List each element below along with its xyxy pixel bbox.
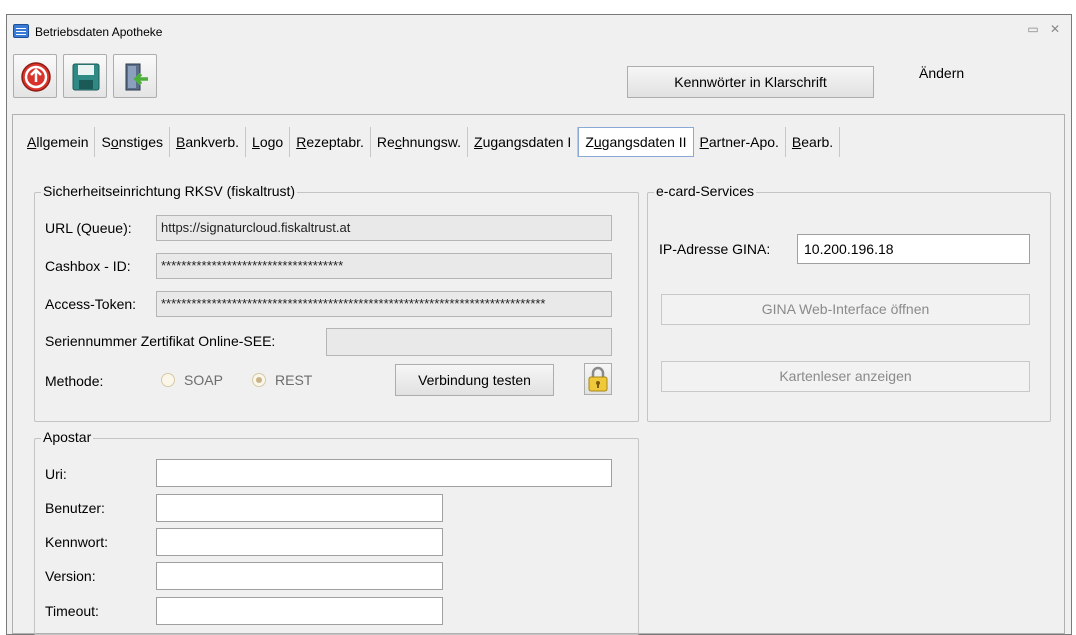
rksv-group: Sicherheitseinrichtung RKSV (fiskaltrust… bbox=[34, 183, 639, 422]
rksv-group-title: Sicherheitseinrichtung RKSV (fiskaltrust… bbox=[41, 183, 298, 199]
window-title: Betriebsdaten Apotheke bbox=[35, 25, 163, 39]
save-icon bbox=[72, 63, 100, 91]
uri-input[interactable] bbox=[156, 459, 612, 487]
cashbox-label: Cashbox - ID: bbox=[45, 258, 131, 274]
timeout-input[interactable] bbox=[156, 597, 443, 625]
serial-field[interactable] bbox=[326, 328, 612, 356]
version-input[interactable] bbox=[156, 562, 443, 590]
logout-button[interactable] bbox=[113, 54, 157, 98]
apostar-group: Apostar Uri: Benutzer: Kennwort: Version… bbox=[34, 429, 639, 635]
password-label: Kennwort: bbox=[45, 534, 109, 550]
test-connection-button[interactable]: Verbindung testen bbox=[395, 364, 554, 396]
save-button[interactable] bbox=[63, 54, 107, 98]
exit-button[interactable] bbox=[13, 54, 57, 98]
password-input[interactable] bbox=[156, 528, 443, 556]
token-label: Access-Token: bbox=[45, 296, 137, 312]
uri-label: Uri: bbox=[45, 466, 67, 482]
rest-radio-label: REST bbox=[275, 372, 313, 388]
tab-bar: Allgemein Sonstiges Bankverb. Logo Rezep… bbox=[21, 127, 841, 157]
show-card-reader-button[interactable]: Kartenleser anzeigen bbox=[661, 361, 1030, 392]
user-label: Benutzer: bbox=[45, 500, 105, 516]
tab-allgemein[interactable]: Allgemein bbox=[21, 127, 96, 157]
tab-zugangsdaten-2[interactable]: Zugangsdaten II bbox=[578, 127, 694, 157]
close-icon[interactable]: ✕ bbox=[1047, 21, 1063, 37]
serial-label: Seriennummer Zertifikat Online-SEE: bbox=[45, 333, 276, 349]
timeout-label: Timeout: bbox=[45, 603, 99, 619]
mode-label: Ändern bbox=[919, 65, 965, 81]
app-window: Betriebsdaten Apotheke ▭ ✕ Kennwörter in… bbox=[6, 14, 1072, 635]
minimize-icon[interactable]: ▭ bbox=[1025, 21, 1041, 37]
cashbox-field[interactable]: ************************************ bbox=[156, 253, 612, 279]
ip-label: IP-Adresse GINA: bbox=[659, 241, 771, 257]
soap-radio-label: SOAP bbox=[184, 372, 223, 388]
gina-web-interface-button[interactable]: GINA Web-Interface öffnen bbox=[661, 294, 1030, 325]
apostar-group-title: Apostar bbox=[41, 429, 94, 445]
tab-partner-apo[interactable]: Partner-Apo. bbox=[694, 127, 786, 157]
method-label: Methode: bbox=[45, 373, 104, 389]
tab-rezeptabr[interactable]: Rezeptabr. bbox=[290, 127, 371, 157]
ip-input[interactable]: 10.200.196.18 bbox=[797, 234, 1030, 264]
tab-sonstiges[interactable]: Sonstiges bbox=[95, 127, 170, 157]
token-field[interactable]: ****************************************… bbox=[156, 291, 612, 317]
tab-bankverb[interactable]: Bankverb. bbox=[170, 127, 247, 157]
title-bar: Betriebsdaten Apotheke ▭ ✕ bbox=[7, 15, 1071, 45]
show-passwords-button[interactable]: Kennwörter in Klarschrift bbox=[627, 66, 874, 98]
lock-icon bbox=[588, 366, 608, 392]
exit-icon bbox=[21, 62, 51, 92]
content-panel: Allgemein Sonstiges Bankverb. Logo Rezep… bbox=[12, 114, 1065, 635]
url-label: URL (Queue): bbox=[45, 220, 132, 236]
version-label: Version: bbox=[45, 568, 96, 584]
tab-zugangsdaten-1[interactable]: Zugangsdaten I bbox=[468, 127, 579, 157]
soap-radio[interactable] bbox=[161, 373, 175, 387]
logout-icon bbox=[125, 63, 148, 91]
tab-rechnungsw[interactable]: Rechnungsw. bbox=[371, 127, 468, 157]
rest-radio[interactable] bbox=[252, 373, 266, 387]
url-field[interactable]: https://signaturcloud.fiskaltrust.at bbox=[156, 215, 612, 241]
ecard-group-title: e-card-Services bbox=[654, 183, 757, 199]
lock-button[interactable] bbox=[584, 363, 612, 395]
user-input[interactable] bbox=[156, 494, 443, 522]
tab-bearb[interactable]: Bearb. bbox=[786, 127, 841, 157]
tab-logo[interactable]: Logo bbox=[246, 127, 291, 157]
app-icon bbox=[13, 24, 29, 38]
ecard-group: e-card-Services IP-Adresse GINA: 10.200.… bbox=[647, 183, 1051, 422]
